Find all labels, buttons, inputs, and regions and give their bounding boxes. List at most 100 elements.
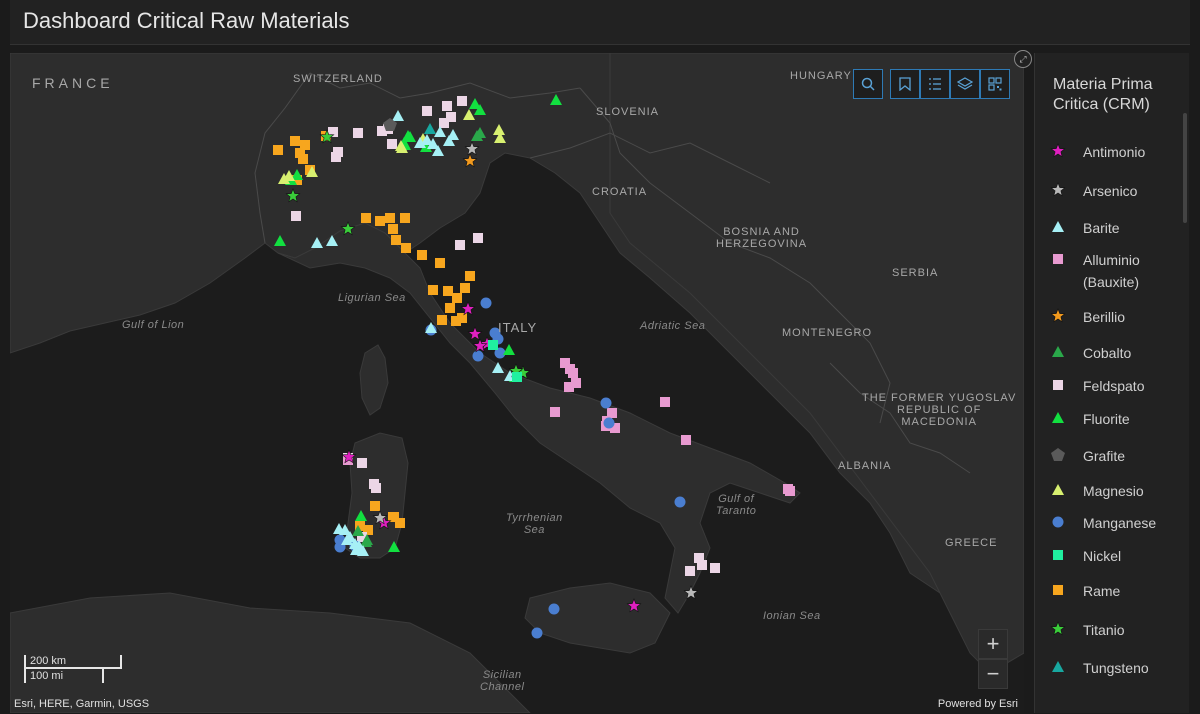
map-point-feldspato[interactable] <box>685 566 695 576</box>
legend-triangle-symbol-icon <box>1049 343 1067 361</box>
map-point-feldspato[interactable] <box>473 233 483 243</box>
map-point-rame[interactable] <box>273 145 283 155</box>
map-point-rame[interactable] <box>437 315 447 325</box>
bookmarks-button[interactable] <box>890 69 920 99</box>
legend-item-label: Grafite <box>1083 448 1126 464</box>
map-point-feldspato[interactable] <box>455 240 465 250</box>
map-point-alluminio[interactable] <box>568 368 578 378</box>
map-point-rame[interactable] <box>375 216 385 226</box>
map-view[interactable]: FRANCE SWITZERLAND HUNGARY SLOVENIA CROA… <box>10 53 1024 713</box>
legend-star-symbol-icon <box>1049 142 1067 160</box>
map-point-manganese[interactable] <box>674 496 686 508</box>
legend-item-manganese: Manganese <box>1049 512 1183 534</box>
app-header: Dashboard Critical Raw Materials <box>10 0 1190 45</box>
map-point-rame[interactable] <box>417 250 427 260</box>
map-point-nickel[interactable] <box>512 372 522 382</box>
legend-scrollbar[interactable] <box>1183 113 1187 223</box>
map-point-feldspato[interactable] <box>331 152 341 162</box>
map-point-fluorite[interactable] <box>503 344 515 355</box>
map-point-rame[interactable] <box>290 136 300 146</box>
map-point-rame[interactable] <box>451 316 461 326</box>
map-point-antimonio[interactable] <box>460 301 476 316</box>
legend-item-alluminio: Alluminio (Bauxite) <box>1049 249 1183 293</box>
map-point-rame[interactable] <box>400 213 410 223</box>
search-button[interactable] <box>853 69 883 99</box>
map-point-antimonio[interactable] <box>467 326 483 341</box>
map-point-rame[interactable] <box>300 140 310 150</box>
map-point-alluminio[interactable] <box>785 486 795 496</box>
map-point-alluminio[interactable] <box>550 407 560 417</box>
map-point-feldspato[interactable] <box>422 106 432 116</box>
map-point-manganese[interactable] <box>531 627 543 639</box>
map-point-manganese[interactable] <box>472 350 484 362</box>
map-point-rame[interactable] <box>452 293 462 303</box>
dashboard-title: Dashboard Critical Raw Materials <box>23 8 350 33</box>
map-point-rame[interactable] <box>385 213 395 223</box>
map-point-rame[interactable] <box>445 303 455 313</box>
map-point-manganese[interactable] <box>480 297 492 309</box>
map-point-alluminio[interactable] <box>681 435 691 445</box>
map-point-feldspato[interactable] <box>457 96 467 106</box>
qr-code-button[interactable] <box>980 69 1010 99</box>
map-point-feldspato[interactable] <box>291 211 301 221</box>
legend-item-label: Magnesio <box>1083 483 1144 499</box>
legend-item-label: Alluminio (Bauxite) <box>1083 252 1140 290</box>
map-point-manganese[interactable] <box>600 397 612 409</box>
map-point-nickel[interactable] <box>488 340 498 350</box>
map-toolbar <box>853 69 1010 99</box>
map-point-feldspato[interactable] <box>446 112 456 122</box>
legend-item-tungsteno: Tungsteno <box>1049 657 1183 679</box>
label-tyrrhenian-sea: Tyrrhenian Sea <box>506 512 563 536</box>
label-ionian-sea: Ionian Sea <box>763 610 821 622</box>
legend-square-symbol-icon <box>1049 376 1067 394</box>
label-croatia: CROATIA <box>592 186 648 198</box>
legend-item-label: Fluorite <box>1083 411 1130 427</box>
map-point-feldspato[interactable] <box>387 139 397 149</box>
map-point-rame[interactable] <box>460 283 470 293</box>
search-icon <box>861 77 875 91</box>
legend-item-grafite: Grafite <box>1049 445 1183 467</box>
map-point-rame[interactable] <box>443 286 453 296</box>
legend-item-label: Titanio <box>1083 622 1125 638</box>
legend-item-feldspato: Feldspato <box>1049 375 1183 397</box>
label-slovenia: SLOVENIA <box>596 106 660 118</box>
legend-item-fluorite: Fluorite <box>1049 408 1183 430</box>
legend-item-label: Berillio <box>1083 309 1126 325</box>
map-point-feldspato[interactable] <box>369 479 379 489</box>
map-point-manganese[interactable] <box>548 603 560 615</box>
basemap-layers-button[interactable] <box>950 69 980 99</box>
layers-icon <box>957 77 973 90</box>
map-point-manganese[interactable] <box>603 417 615 429</box>
map-point-feldspato[interactable] <box>442 101 452 111</box>
map-point-alluminio[interactable] <box>564 382 574 392</box>
map-point-rame[interactable] <box>388 224 398 234</box>
map-point-rame[interactable] <box>391 235 401 245</box>
legend-item-label: Antimonio <box>1083 144 1146 160</box>
label-sicilian-channel: Sicilian Channel <box>480 669 525 693</box>
layer-list-button[interactable] <box>920 69 950 99</box>
map-point-rame[interactable] <box>465 271 475 281</box>
expand-icon[interactable]: ⤢ <box>1014 50 1032 68</box>
powered-by-esri[interactable]: Powered by Esri <box>938 698 1018 710</box>
scale-mi: 100 mi <box>24 669 104 683</box>
map-point-feldspato[interactable] <box>710 563 720 573</box>
zoom-in-button[interactable]: + <box>978 629 1008 659</box>
legend-pentagon-symbol-icon <box>1049 446 1067 464</box>
map-point-rame[interactable] <box>428 285 438 295</box>
map-point-feldspato[interactable] <box>357 458 367 468</box>
map-point-feldspato[interactable] <box>353 128 363 138</box>
map-point-rame[interactable] <box>298 154 308 164</box>
map-point-rame[interactable] <box>370 501 380 511</box>
map-attribution[interactable]: Esri, HERE, Garmin, USGS <box>14 698 149 710</box>
sicily-land <box>524 582 671 654</box>
label-france: FRANCE <box>32 75 114 91</box>
zoom-out-button[interactable]: − <box>978 659 1008 689</box>
qr-code-icon <box>988 77 1002 91</box>
legend-square-symbol-icon <box>1049 546 1067 564</box>
map-point-feldspato[interactable] <box>697 560 707 570</box>
legend-item-rame: Rame <box>1049 580 1183 602</box>
map-point-rame[interactable] <box>361 213 371 223</box>
map-point-rame[interactable] <box>435 258 445 268</box>
map-point-alluminio[interactable] <box>660 397 670 407</box>
map-point-rame[interactable] <box>401 243 411 253</box>
